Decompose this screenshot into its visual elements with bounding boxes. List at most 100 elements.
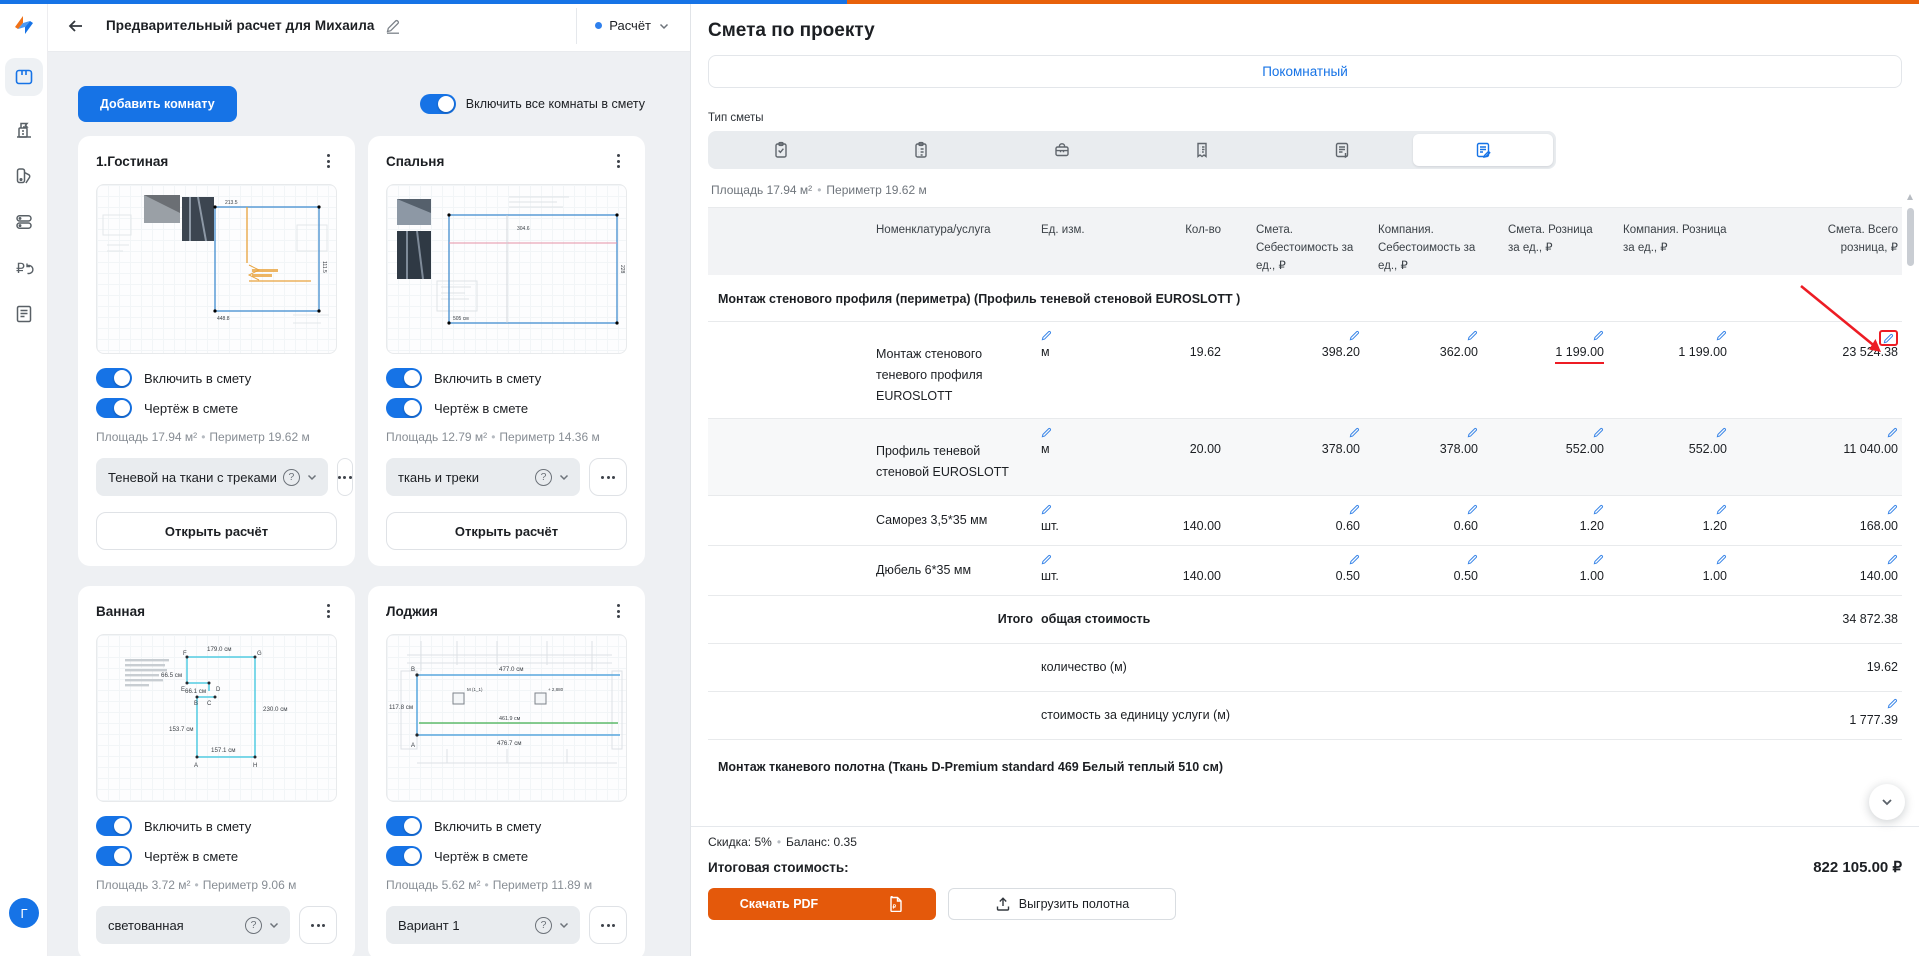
more-options-button[interactable]	[337, 458, 353, 496]
drawing-estimate-toggle[interactable]	[386, 846, 422, 866]
include-estimate-toggle[interactable]	[386, 368, 422, 388]
help-icon[interactable]: ?	[283, 469, 300, 486]
svg-text:A: A	[194, 763, 198, 769]
edit-icon[interactable]	[1378, 427, 1478, 442]
edit-icon[interactable]	[1743, 554, 1898, 569]
sidebar-item-company[interactable]	[12, 118, 36, 142]
edit-icon[interactable]	[1620, 330, 1727, 345]
include-estimate-toggle[interactable]	[96, 816, 132, 836]
tab-invoice[interactable]	[1272, 134, 1412, 166]
tab-receipt[interactable]	[1132, 134, 1272, 166]
vertical-scrollbar[interactable]	[1907, 208, 1914, 808]
edit-icon[interactable]	[1500, 504, 1604, 519]
more-options-button[interactable]	[299, 906, 337, 944]
edit-icon[interactable]	[1620, 504, 1727, 519]
open-calc-button[interactable]: Открыть расчёт	[96, 512, 337, 550]
table-row[interactable]: Монтаж стенового теневого профиля EUROSL…	[708, 322, 1902, 419]
edit-icon[interactable]	[1500, 330, 1604, 345]
room-menu-button[interactable]	[319, 602, 337, 620]
estimate-scroll-area[interactable]: Площадь 17.94 м²•Периметр 19.62 м Номенк…	[691, 169, 1919, 826]
include-all-toggle[interactable]	[420, 94, 456, 114]
edit-icon[interactable]	[1253, 554, 1360, 569]
include-estimate-toggle[interactable]	[386, 816, 422, 836]
edit-icon[interactable]	[1041, 427, 1153, 442]
edit-icon[interactable]	[1041, 554, 1153, 569]
back-button[interactable]	[58, 8, 94, 44]
edit-icon[interactable]	[1378, 554, 1478, 569]
floor-plan-thumbnail[interactable]: 213.5 111.5 448.8	[96, 184, 337, 354]
item-cost-estimate: 378.00	[1322, 442, 1360, 456]
floor-plan-thumbnail[interactable]: 304.6 505 см 228	[386, 184, 627, 354]
tab-clipboard-list[interactable]	[851, 134, 991, 166]
edit-icon[interactable]	[1620, 427, 1727, 442]
help-icon[interactable]: ?	[535, 469, 552, 486]
more-options-button[interactable]	[589, 458, 627, 496]
edit-icon[interactable]	[1743, 504, 1898, 519]
toggle-label: Чертёж в смете	[144, 849, 238, 864]
group-header: Монтаж тканевого полотна (Ткань D-Premiu…	[708, 740, 1902, 804]
pdf-file-icon: ₽	[888, 896, 904, 912]
edit-title-icon[interactable]	[385, 18, 401, 34]
scroll-up-arrow[interactable]	[1907, 194, 1913, 200]
edit-icon[interactable]	[1500, 554, 1604, 569]
chevron-down-icon	[658, 20, 670, 32]
download-pdf-button[interactable]: Скачать PDF ₽	[708, 888, 936, 920]
sidebar-item-plans[interactable]	[5, 58, 43, 96]
edit-icon[interactable]	[1041, 504, 1153, 519]
svg-text:477.0 см: 477.0 см	[499, 666, 524, 673]
table-row[interactable]: Профиль теневой стеновой EUROSLOTT м 20.…	[708, 419, 1902, 495]
floor-plan-thumbnail[interactable]: М (1_1) + 2,880 477.0 см 117.8 см 461.9 …	[386, 634, 627, 802]
sidebar-item-pricing[interactable]: ₽	[12, 256, 36, 280]
upload-icon	[995, 896, 1011, 912]
edit-icon[interactable]	[1253, 330, 1360, 345]
tab-toolbox[interactable]	[992, 134, 1132, 166]
room-menu-button[interactable]	[609, 602, 627, 620]
floor-plan-thumbnail[interactable]: 179.0 см 66.5 см 66.1 см 230.0 см 153.7 …	[96, 634, 337, 802]
edit-icon-highlighted[interactable]	[1879, 330, 1898, 346]
edit-icon[interactable]	[1743, 427, 1898, 442]
variant-select[interactable]: Вариант 1 ?	[386, 906, 580, 944]
table-row[interactable]: Дюбель 6*35 мм шт. 140.00 0.50 0.50 1.00…	[708, 546, 1902, 596]
edit-icon[interactable]	[1743, 698, 1898, 713]
app-logo-icon[interactable]	[13, 14, 35, 36]
item-cost-company: 0.50	[1454, 569, 1478, 583]
add-room-button[interactable]: Добавить комнату	[78, 86, 237, 122]
drawing-estimate-toggle[interactable]	[96, 398, 132, 418]
room-menu-button[interactable]	[319, 152, 337, 170]
edit-icon[interactable]	[1378, 504, 1478, 519]
edit-icon[interactable]	[1620, 554, 1727, 569]
edit-icon[interactable]	[1253, 504, 1360, 519]
edit-icon[interactable]	[1253, 427, 1360, 442]
export-cloth-button[interactable]: Выгрузить полотна	[948, 888, 1176, 920]
variant-select[interactable]: Теневой на ткани с треками ?	[96, 458, 328, 496]
collapse-section-button[interactable]	[1869, 784, 1905, 820]
item-retail-estimate: 1.00	[1580, 569, 1604, 583]
more-options-button[interactable]	[589, 906, 627, 944]
help-icon[interactable]: ?	[245, 917, 262, 934]
drawing-estimate-toggle[interactable]	[386, 398, 422, 418]
edit-icon[interactable]	[1378, 330, 1478, 345]
edit-icon[interactable]	[1041, 330, 1153, 345]
sidebar-item-materials[interactable]	[12, 164, 36, 188]
room-menu-button[interactable]	[609, 152, 627, 170]
user-avatar[interactable]: Г	[9, 898, 39, 928]
per-room-button[interactable]: Покомнатный	[708, 55, 1902, 88]
variant-select[interactable]: светованная ?	[96, 906, 290, 944]
scrollbar-thumb[interactable]	[1907, 208, 1914, 266]
open-calc-button[interactable]: Открыть расчёт	[386, 512, 627, 550]
sidebar-item-components[interactable]	[12, 210, 36, 234]
table-row[interactable]: Саморез 3,5*35 мм шт. 140.00 0.60 0.60 1…	[708, 496, 1902, 546]
tab-estimate-detailed[interactable]	[1413, 134, 1553, 166]
include-estimate-toggle[interactable]	[96, 368, 132, 388]
drawing-estimate-toggle[interactable]	[96, 846, 132, 866]
item-retail-estimate: 552.00	[1566, 442, 1604, 456]
mode-select[interactable]: Расчёт	[576, 8, 690, 44]
tab-clipboard-check[interactable]	[711, 134, 851, 166]
rooms-scroll-area[interactable]: Добавить комнату Включить все комнаты в …	[48, 52, 690, 956]
variant-select[interactable]: ткань и треки ?	[386, 458, 580, 496]
edit-icon[interactable]	[1500, 427, 1604, 442]
svg-text:111.5: 111.5	[321, 261, 327, 273]
help-icon[interactable]: ?	[535, 917, 552, 934]
sidebar-item-documents[interactable]	[12, 302, 36, 326]
svg-text:D: D	[216, 687, 221, 693]
